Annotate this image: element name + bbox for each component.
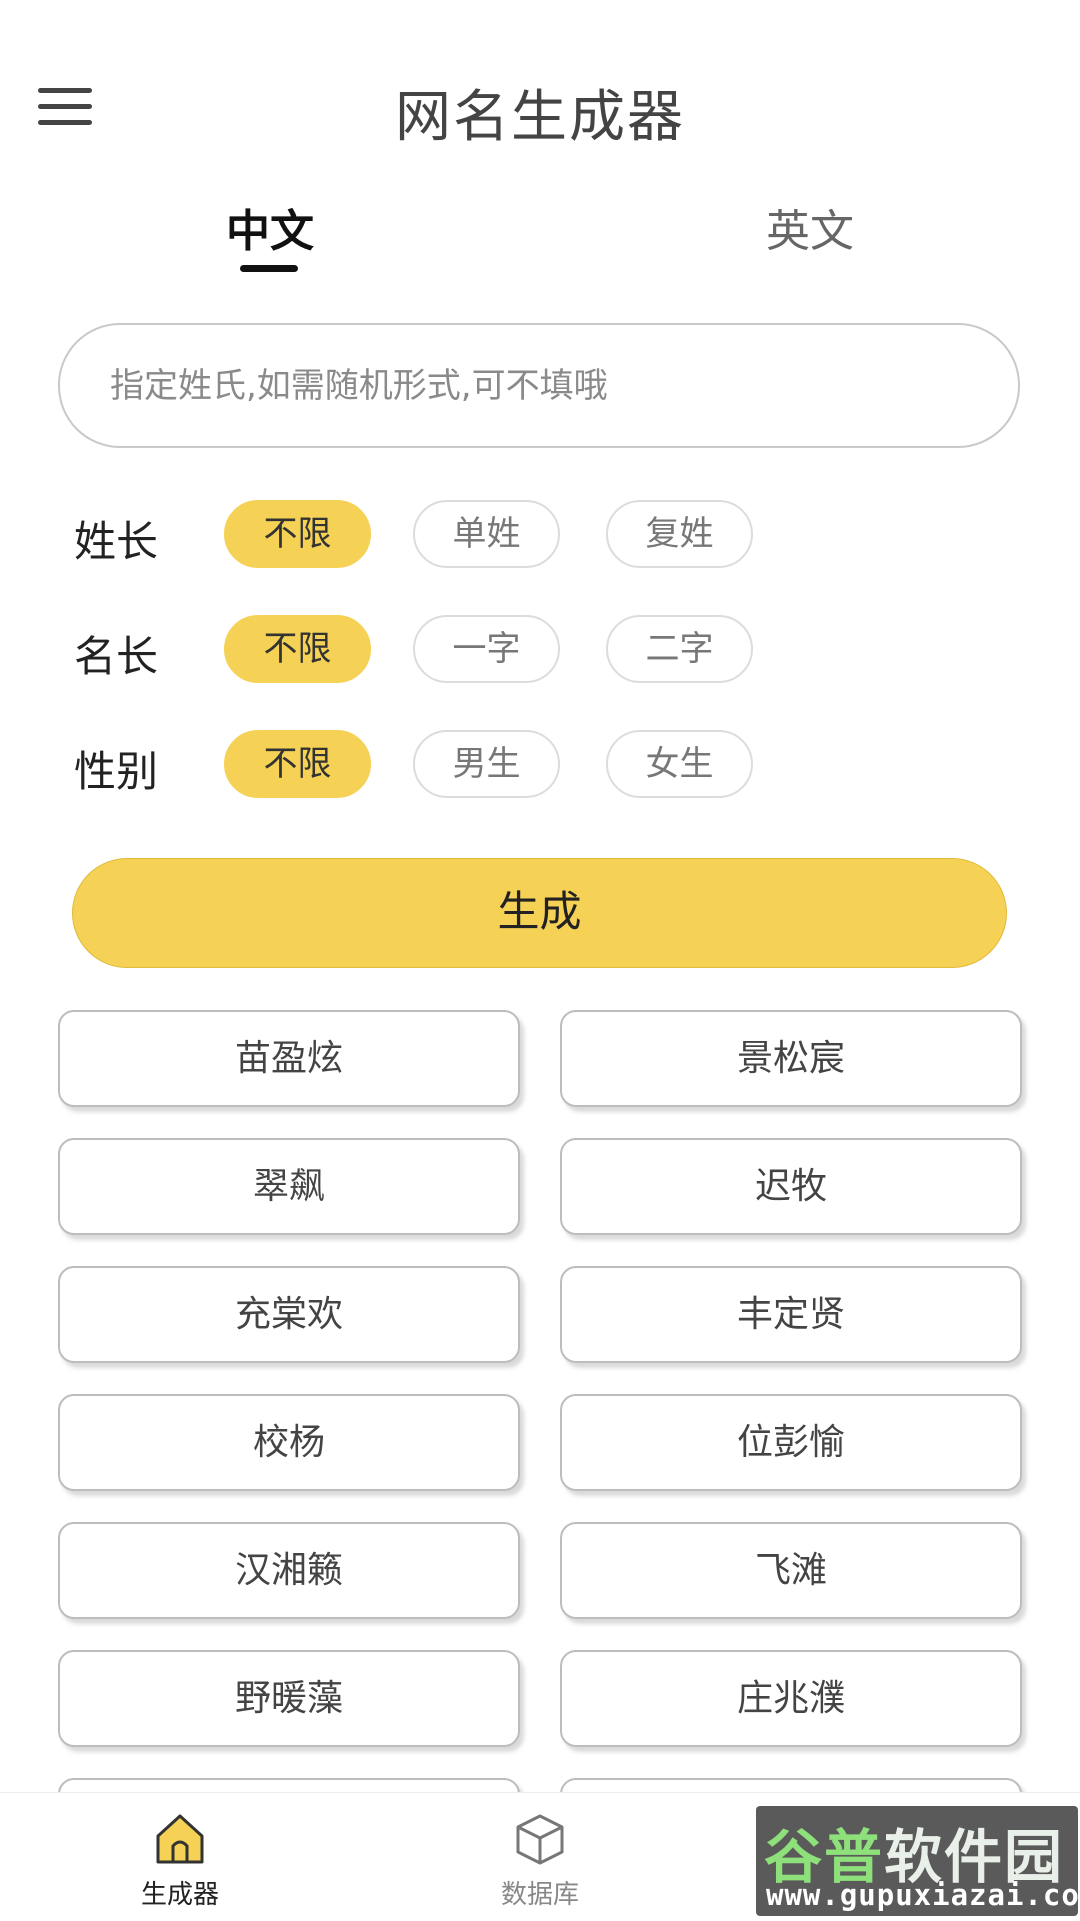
cube-icon [516, 1814, 564, 1865]
name-length-two-char-chip[interactable]: 二字 [606, 615, 753, 683]
name-card[interactable]: 汉湘籁 [58, 1522, 520, 1619]
nav-item-generator[interactable]: 生成器 [80, 1810, 280, 1911]
nav-item-database[interactable]: 数据库 [440, 1810, 640, 1911]
surname-input[interactable] [58, 323, 1020, 448]
name-card[interactable]: 飞滩 [560, 1522, 1022, 1619]
gender-any-chip[interactable]: 不限 [224, 730, 371, 798]
name-length-any-chip[interactable]: 不限 [224, 615, 371, 683]
name-card[interactable]: 庄兆濮 [560, 1650, 1022, 1747]
gender-female-chip[interactable]: 女生 [606, 730, 753, 798]
surname-length-single-chip[interactable]: 单姓 [413, 500, 560, 568]
active-tab-indicator [240, 265, 298, 272]
generate-button[interactable]: 生成 [72, 858, 1007, 968]
name-card[interactable]: 景松宸 [560, 1010, 1022, 1107]
name-card[interactable]: 迟牧 [560, 1138, 1022, 1235]
name-card[interactable]: 苗盈炫 [58, 1010, 520, 1107]
name-card[interactable]: 位彭愉 [560, 1394, 1022, 1491]
filter-label-gender: 性别 [74, 747, 159, 796]
gender-male-chip[interactable]: 男生 [413, 730, 560, 798]
page-title: 网名生成器 [395, 85, 685, 150]
name-length-one-char-chip[interactable]: 一字 [413, 615, 560, 683]
name-card[interactable]: 校杨 [58, 1394, 520, 1491]
surname-length-compound-chip[interactable]: 复姓 [606, 500, 753, 568]
watermark-url: www.gupuxiazai.com [766, 1878, 1078, 1912]
tab-english[interactable]: 英文 [700, 195, 920, 259]
name-card[interactable]: 丰定贤 [560, 1266, 1022, 1363]
surname-length-any-chip[interactable]: 不限 [224, 500, 371, 568]
filter-label-name-length: 名长 [74, 632, 159, 681]
nav-label-generator: 生成器 [140, 1880, 219, 1910]
name-card[interactable]: 充棠欢 [58, 1266, 520, 1363]
watermark-logo: 谷普软件园 www.gupuxiazai.com [756, 1806, 1078, 1916]
home-icon [156, 1814, 204, 1864]
tab-chinese[interactable]: 中文 [160, 195, 380, 259]
filter-label-surname-length: 姓长 [74, 517, 159, 566]
name-card[interactable]: 野暖藻 [58, 1650, 520, 1747]
nav-label-database: 数据库 [500, 1880, 579, 1910]
name-card[interactable]: 翠飙 [58, 1138, 520, 1235]
